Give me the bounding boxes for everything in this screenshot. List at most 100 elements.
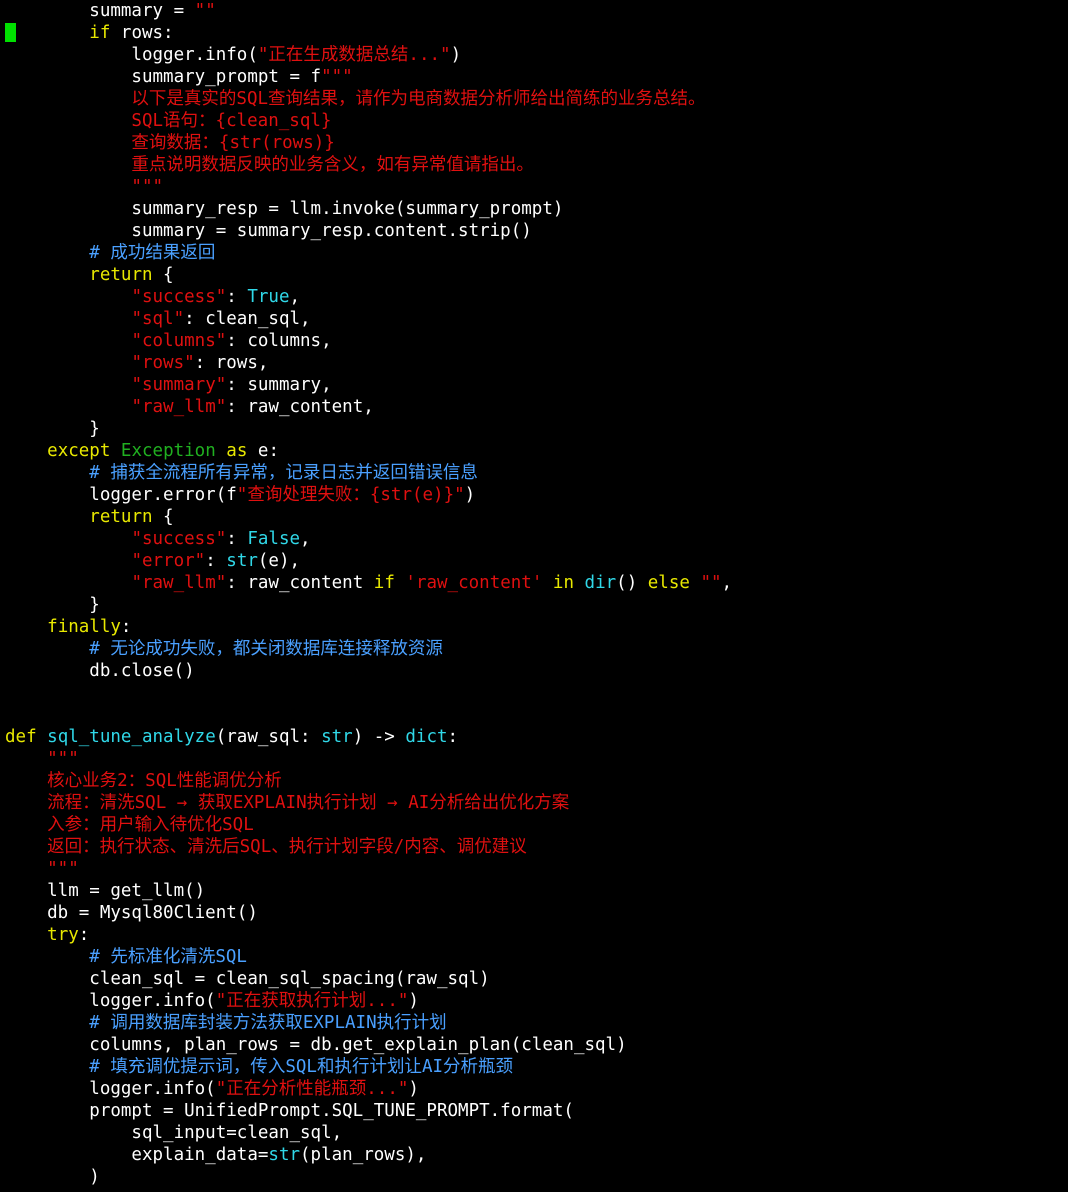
code-text: clean_sql = clean_sql_spacing(raw_sql)	[5, 969, 490, 989]
builtin-name: True	[247, 287, 290, 307]
code-line: try:	[5, 924, 89, 946]
string-literal: 重点说明数据反映的业务含义，如有异常值请指出。	[5, 155, 534, 175]
code-line: # 成功结果返回	[5, 242, 215, 264]
comment: # 调用数据库封装方法获取EXPLAIN执行计划	[5, 1013, 447, 1033]
keyword: in	[552, 573, 574, 593]
code-text: : summary,	[226, 375, 332, 395]
string-literal: "success"	[131, 287, 227, 307]
code-text: :	[226, 287, 248, 307]
code-line: 查询数据：{str(rows)}	[5, 132, 335, 154]
string-literal: ""	[194, 1, 216, 21]
code-line: # 无论成功失败，都关闭数据库连接释放资源	[5, 638, 443, 660]
code-line: logger.error(f"查询处理失败：{str(e)}")	[5, 484, 475, 506]
code-line: SQL语句：{clean_sql}	[5, 110, 331, 132]
code-line: 核心业务2：SQL性能调优分析	[5, 770, 282, 792]
code-line: "success": False,	[5, 528, 311, 550]
code-text: ,	[300, 529, 311, 549]
string-literal: 核心业务2：SQL性能调优分析	[5, 771, 282, 791]
code-line: "summary": summary,	[5, 374, 332, 396]
string-literal: "columns"	[131, 331, 227, 351]
code-line: )	[5, 1166, 100, 1188]
string-literal: 返回：执行状态、清洗后SQL、执行计划字段/内容、调优建议	[5, 837, 527, 857]
code-text: sql_input=clean_sql,	[5, 1123, 343, 1143]
code-line: summary = summary_resp.content.strip()	[5, 220, 531, 242]
string-literal: "success"	[131, 529, 227, 549]
string-literal: "正在获取执行计划..."	[215, 991, 409, 1011]
code-text: (raw_sql:	[215, 727, 322, 747]
code-text: : clean_sql,	[184, 309, 311, 329]
code-line: clean_sql = clean_sql_spacing(raw_sql)	[5, 968, 490, 990]
code-text: summary_prompt = f	[5, 67, 322, 87]
code-text: )	[408, 991, 419, 1011]
builtin-name: dir	[584, 573, 617, 593]
exception-name: Exception	[120, 441, 216, 461]
string-literal: ""	[700, 573, 722, 593]
string-literal: "error"	[131, 551, 206, 571]
code-line: finally:	[5, 616, 131, 638]
code-line: prompt = UnifiedPrompt.SQL_TUNE_PROMPT.f…	[5, 1100, 574, 1122]
keyword: try	[47, 925, 79, 945]
code-text: :	[447, 727, 459, 747]
code-text: db = Mysql80Client()	[5, 903, 258, 923]
keyword: if	[373, 573, 395, 593]
string-literal: "raw_llm"	[131, 397, 227, 417]
code-line: summary_resp = llm.invoke(summary_prompt…	[5, 198, 563, 220]
string-literal: "rows"	[131, 353, 195, 373]
code-line: def sql_tune_analyze(raw_sql: str) -> di…	[5, 726, 458, 748]
code-line: """	[5, 176, 163, 198]
keyword: except	[47, 441, 111, 461]
code-line: logger.info("正在生成数据总结...")	[5, 44, 461, 66]
code-line: "sql": clean_sql,	[5, 308, 311, 330]
code-line: explain_data=str(plan_rows),	[5, 1144, 426, 1166]
string-literal: 流程：清洗SQL → 获取EXPLAIN执行计划 → AI分析给出优化方案	[5, 793, 570, 813]
string-literal: 查询数据：{str(rows)}	[5, 133, 335, 153]
code-line: db.close()	[5, 660, 194, 682]
string-literal: """	[5, 859, 79, 879]
keyword: finally	[47, 617, 121, 637]
code-text: )	[408, 1079, 419, 1099]
code-text: ()	[616, 573, 648, 593]
string-literal: 以下是真实的SQL查询结果，请作为电商数据分析师给出简练的业务总结。	[5, 89, 706, 109]
string-literal: "sql"	[131, 309, 185, 329]
builtin-name: sql_tune_analyze	[47, 727, 216, 747]
keyword: return	[89, 507, 153, 527]
code-text: }	[5, 595, 100, 615]
code-text: columns, plan_rows = db.get_explain_plan…	[5, 1035, 627, 1055]
code-line: summary_prompt = f"""	[5, 66, 352, 88]
code-line: "success": True,	[5, 286, 300, 308]
terminal-code-view[interactable]: summary = "" if rows: logger.info("正在生成数…	[0, 0, 1068, 1192]
code-text: logger.info(	[5, 1079, 216, 1099]
code-text: prompt = UnifiedPrompt.SQL_TUNE_PROMPT.f…	[5, 1101, 574, 1121]
code-text: :	[226, 529, 248, 549]
comment: # 填充调优提示词，传入SQL和执行计划让AI分析瓶颈	[5, 1057, 514, 1077]
code-text: rows:	[110, 23, 174, 43]
string-literal: "raw_llm"	[131, 573, 227, 593]
code-text: logger.info(	[5, 991, 216, 1011]
code-line: except Exception as e:	[5, 440, 279, 462]
builtin-name: str	[268, 1145, 301, 1165]
code-line: "error": str(e),	[5, 550, 300, 572]
code-text: }	[5, 419, 100, 439]
code-text: )	[450, 45, 462, 65]
code-line: }	[5, 594, 100, 616]
code-text: e:	[247, 441, 279, 461]
code-line: db = Mysql80Client()	[5, 902, 258, 924]
code-text: :	[78, 925, 90, 945]
string-literal: "正在分析性能瓶颈..."	[215, 1079, 409, 1099]
code-text: (e),	[257, 551, 301, 571]
code-text: ,	[289, 287, 301, 307]
string-literal: """	[5, 177, 164, 197]
code-line: 返回：执行状态、清洗后SQL、执行计划字段/内容、调优建议	[5, 836, 527, 858]
